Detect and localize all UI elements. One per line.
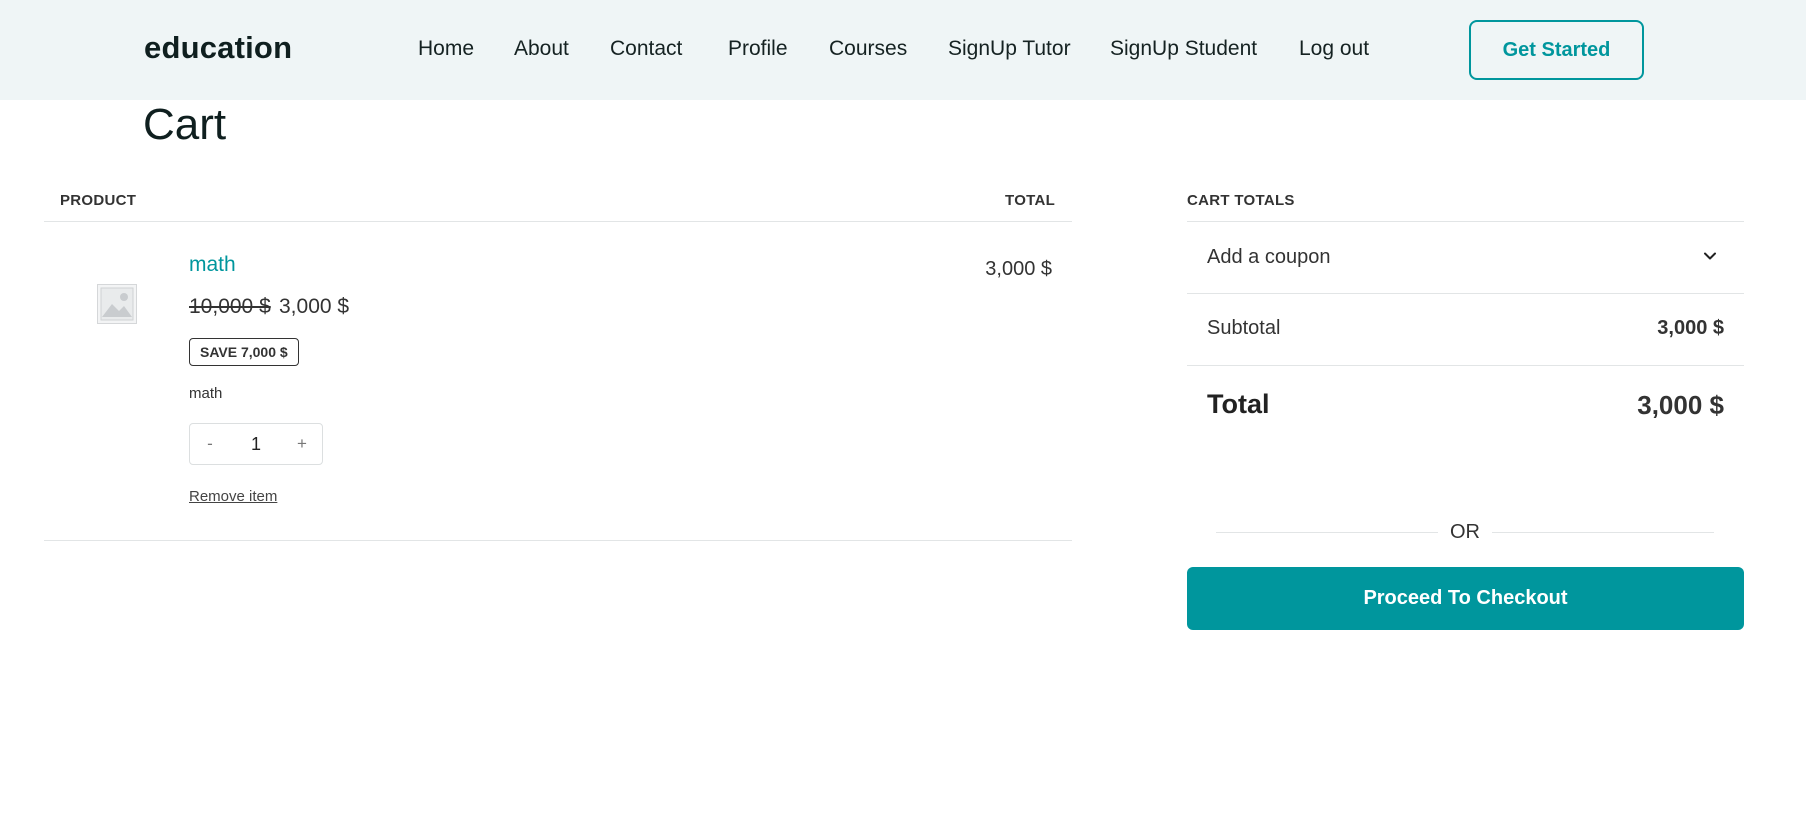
quantity-stepper: - 1 + bbox=[189, 423, 323, 465]
image-placeholder-icon bbox=[97, 284, 137, 324]
totals-divider-coupon bbox=[1187, 293, 1744, 294]
column-header-product: PRODUCT bbox=[60, 192, 137, 209]
site-header: education Home About Contact Profile Cou… bbox=[0, 0, 1806, 100]
line-total: 3,000 $ bbox=[985, 258, 1052, 280]
cart-totals-heading: CART TOTALS bbox=[1187, 192, 1295, 209]
chevron-down-icon bbox=[1704, 252, 1716, 260]
nav-log-out[interactable]: Log out bbox=[1299, 37, 1369, 61]
get-started-button[interactable]: Get Started bbox=[1469, 20, 1644, 80]
quantity-input[interactable]: 1 bbox=[230, 424, 282, 464]
product-name-link[interactable]: math bbox=[189, 253, 236, 277]
save-badge: SAVE 7,000 $ bbox=[189, 338, 299, 366]
total-value: 3,000 $ bbox=[1637, 390, 1724, 420]
column-header-total: TOTAL bbox=[1005, 192, 1056, 209]
nav-courses[interactable]: Courses bbox=[829, 37, 907, 61]
subtotal-label: Subtotal bbox=[1207, 317, 1281, 339]
nav-about[interactable]: About bbox=[514, 37, 569, 61]
regular-price: 10,000 $ bbox=[189, 295, 271, 318]
or-separator: OR bbox=[1216, 521, 1714, 543]
sale-price: 3,000 $ bbox=[279, 295, 350, 318]
nav-profile[interactable]: Profile bbox=[728, 37, 788, 61]
quantity-increment-button[interactable]: + bbox=[282, 424, 322, 464]
product-meta: math bbox=[189, 385, 223, 402]
total-label: Total bbox=[1207, 389, 1270, 419]
totals-divider-subtotal bbox=[1187, 365, 1744, 366]
nav-signup-tutor[interactable]: SignUp Tutor bbox=[948, 37, 1071, 61]
site-logo[interactable]: education bbox=[144, 30, 292, 66]
table-bottom-divider bbox=[44, 540, 1072, 541]
coupon-label: Add a coupon bbox=[1207, 246, 1331, 268]
nav-home[interactable]: Home bbox=[418, 37, 474, 61]
nav-signup-student[interactable]: SignUp Student bbox=[1110, 37, 1257, 61]
nav-contact[interactable]: Contact bbox=[610, 37, 682, 61]
table-header-divider bbox=[44, 221, 1072, 222]
or-label: OR bbox=[1450, 521, 1480, 543]
quantity-decrement-button[interactable]: - bbox=[190, 424, 230, 464]
page-title: Cart bbox=[143, 100, 227, 149]
subtotal-value: 3,000 $ bbox=[1657, 317, 1724, 339]
remove-item-link[interactable]: Remove item bbox=[189, 488, 277, 505]
proceed-to-checkout-button[interactable]: Proceed To Checkout bbox=[1187, 567, 1744, 630]
coupon-toggle[interactable]: Add a coupon bbox=[1187, 222, 1744, 292]
